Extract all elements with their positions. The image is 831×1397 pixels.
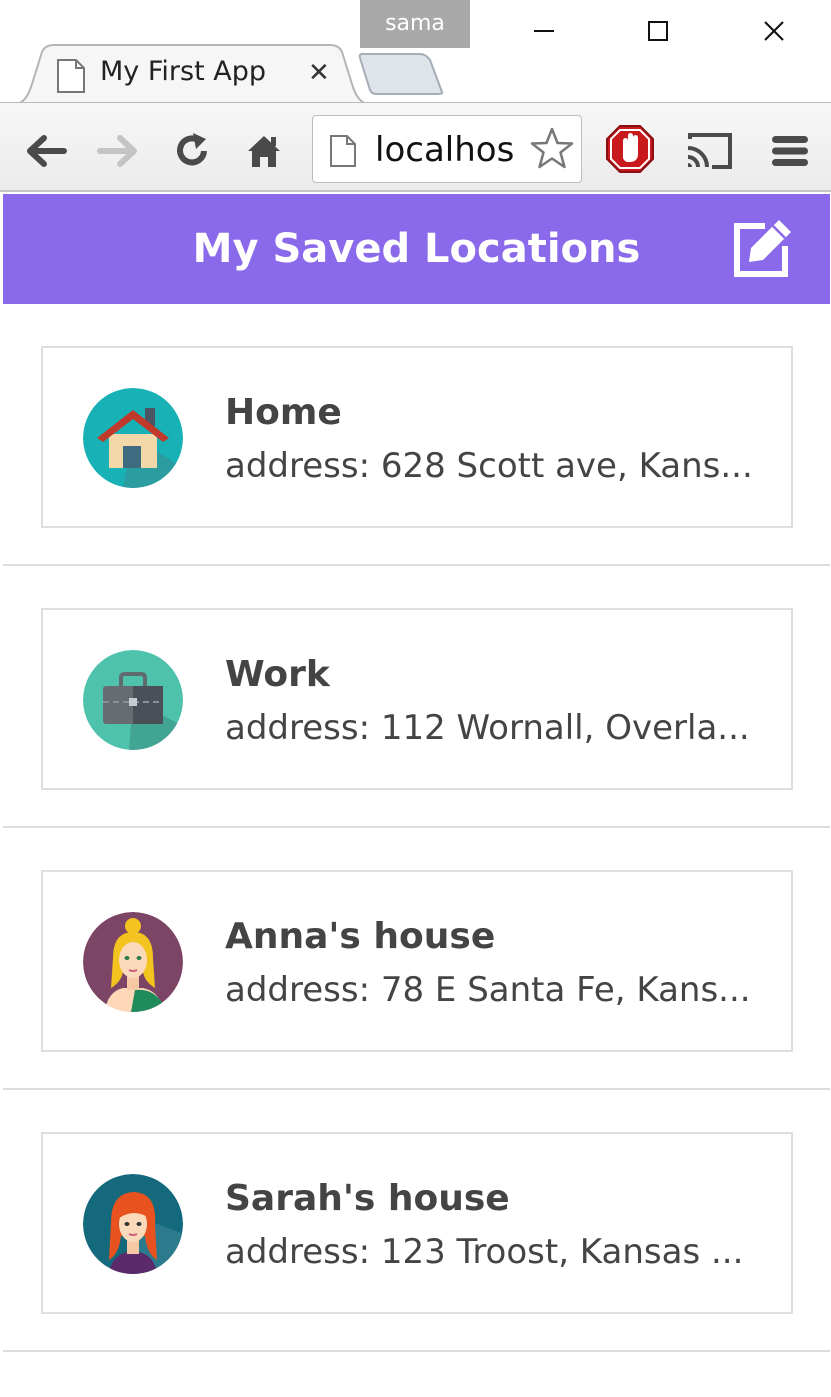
app-header: My Saved Locations (3, 194, 830, 304)
reload-button[interactable] (168, 127, 216, 175)
location-address: address: 628 Scott ave, Kans... (225, 446, 753, 486)
house-icon (83, 388, 183, 488)
window-close-button[interactable] (744, 6, 804, 56)
home-icon (248, 136, 280, 167)
adblock-button[interactable] (604, 123, 656, 175)
address-text: localhos (375, 130, 515, 170)
briefcase-avatar (83, 650, 183, 750)
woman-icon (83, 1174, 183, 1274)
page-title: My Saved Locations (192, 226, 641, 272)
location-card-sarahs-house[interactable]: Sarah's house address: 123 Troost, Kansa… (41, 1132, 793, 1314)
tab-title: My First App (100, 56, 267, 87)
location-address: address: 112 Wornall, Overla... (225, 708, 750, 748)
location-name: Sarah's house (225, 1178, 510, 1219)
edit-icon (734, 220, 791, 277)
title-bar: sama My First App ✕ (0, 0, 831, 106)
hamburger-icon (772, 136, 808, 166)
close-icon (764, 21, 784, 41)
location-card-home[interactable]: Home address: 628 Scott ave, Kans... (41, 346, 793, 528)
profile-badge[interactable]: sama (360, 0, 470, 48)
location-name: Work (225, 654, 330, 695)
location-name: Anna's house (225, 916, 496, 957)
maximize-icon (648, 21, 668, 41)
arrow-left-icon (27, 135, 67, 167)
list-item: Work address: 112 Wornall, Overla... (3, 566, 830, 828)
maximize-button[interactable] (628, 6, 688, 56)
blonde-woman-avatar (83, 912, 183, 1012)
back-button[interactable] (22, 127, 70, 175)
briefcase-icon (83, 650, 183, 750)
star-icon[interactable] (529, 126, 575, 172)
menu-button[interactable] (766, 127, 814, 175)
minimize-button[interactable] (514, 6, 574, 56)
location-card-annas-house[interactable]: Anna's house address: 78 E Santa Fe, Kan… (41, 870, 793, 1052)
page-icon (330, 135, 356, 167)
arrow-right-icon (97, 135, 137, 167)
woman-icon (83, 912, 183, 1012)
forward-button[interactable] (94, 127, 142, 175)
cast-button[interactable] (684, 127, 732, 175)
list-item: Sarah's house address: 123 Troost, Kansa… (3, 1090, 830, 1352)
locations-list: Home address: 628 Scott ave, Kans... Wor… (3, 304, 830, 1352)
list-item: Home address: 628 Scott ave, Kans... (3, 304, 830, 566)
home-button[interactable] (240, 127, 288, 175)
edit-button[interactable] (729, 216, 795, 282)
minimize-icon (534, 30, 554, 32)
tab-close-button[interactable]: ✕ (308, 58, 330, 88)
redhead-woman-avatar (83, 1174, 183, 1274)
address-bar[interactable]: localhos (312, 115, 582, 183)
location-card-work[interactable]: Work address: 112 Wornall, Overla... (41, 608, 793, 790)
house-avatar (83, 388, 183, 488)
cast-icon (687, 133, 732, 169)
stop-hand-icon (606, 125, 654, 173)
new-tab-button[interactable] (358, 52, 444, 96)
browser-toolbar: localhos (0, 102, 831, 192)
location-address: address: 123 Troost, Kansas ... (225, 1232, 744, 1272)
browser-tab[interactable]: My First App ✕ (12, 44, 372, 106)
location-address: address: 78 E Santa Fe, Kans... (225, 970, 751, 1010)
page-icon (57, 59, 85, 93)
location-name: Home (225, 392, 342, 433)
reload-icon (177, 133, 207, 166)
list-item: Anna's house address: 78 E Santa Fe, Kan… (3, 828, 830, 1090)
